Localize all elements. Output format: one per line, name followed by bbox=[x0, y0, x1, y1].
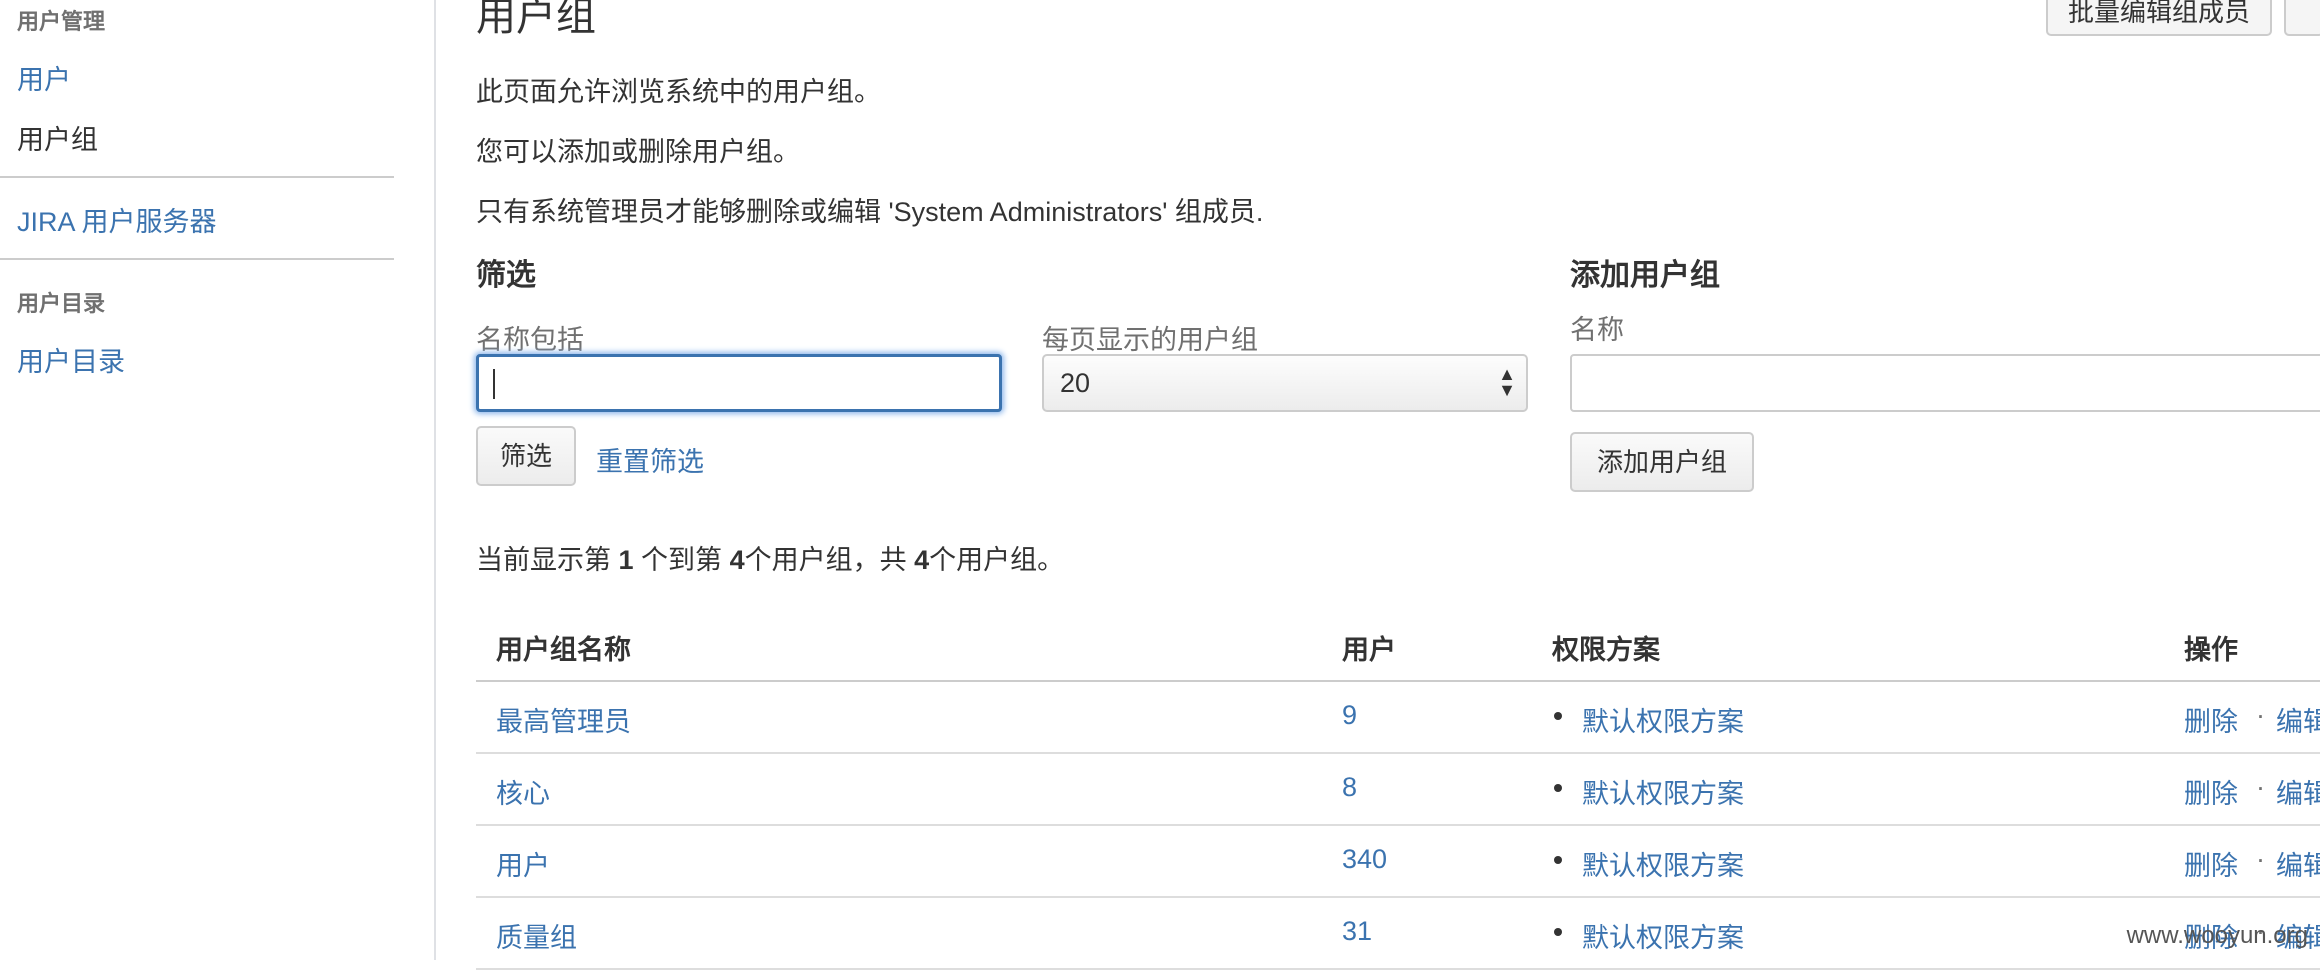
select-arrows-icon: ▲ ▼ bbox=[1498, 364, 1516, 400]
permission-scheme-link[interactable]: 默认权限方案 bbox=[1582, 844, 1744, 883]
table-row: 最高管理员 9 默认权限方案 删除 · 编辑 bbox=[476, 682, 2320, 754]
reset-filter-link[interactable]: 重置筛选 bbox=[596, 440, 704, 479]
page-title: 用户组 bbox=[476, 0, 596, 39]
sidebar-divider bbox=[0, 258, 394, 260]
group-user-count-link[interactable]: 8 bbox=[1342, 772, 1357, 803]
page-description-3: 只有系统管理员才能够删除或编辑 'System Administrators' … bbox=[476, 197, 1264, 227]
group-name-input[interactable] bbox=[1570, 354, 2320, 412]
filter-button[interactable]: 筛选 bbox=[476, 426, 576, 486]
bullet-icon bbox=[1554, 856, 1562, 864]
page-description-1: 此页面允许浏览系统中的用户组。 bbox=[476, 77, 881, 107]
filter-title: 筛选 bbox=[476, 259, 536, 292]
group-name-link[interactable]: 质量组 bbox=[496, 916, 577, 955]
group-name-link[interactable]: 核心 bbox=[496, 772, 550, 811]
more-actions-button[interactable] bbox=[2284, 0, 2320, 36]
name-contains-label: 名称包括 bbox=[476, 325, 584, 355]
bullet-icon bbox=[1554, 928, 1562, 936]
delete-group-link[interactable]: 删除 bbox=[2184, 700, 2238, 739]
text-caret bbox=[493, 369, 495, 399]
column-header-permission-scheme: 权限方案 bbox=[1552, 635, 1660, 665]
page-description-2: 您可以添加或删除用户组。 bbox=[476, 137, 800, 167]
sidebar-item-user-directory[interactable]: 用户目录 bbox=[17, 340, 125, 379]
table-row: 核心 8 默认权限方案 删除 · 编辑 bbox=[476, 754, 2320, 826]
watermark: www.wooyun.org bbox=[2126, 922, 2308, 949]
delete-group-link[interactable]: 删除 bbox=[2184, 772, 2238, 811]
table-row: 质量组 31 默认权限方案 删除 · 编辑 bbox=[476, 898, 2320, 970]
edit-members-link[interactable]: 编辑 bbox=[2276, 700, 2320, 739]
groups-per-page-label: 每页显示的用户组 bbox=[1042, 325, 1258, 355]
group-name-link[interactable]: 最高管理员 bbox=[496, 700, 631, 739]
sidebar: 用户管理 用户 用户组 JIRA 用户服务器 用户目录 用户目录 bbox=[0, 0, 436, 960]
group-name-label: 名称 bbox=[1570, 315, 1624, 345]
sidebar-item-users[interactable]: 用户 bbox=[17, 58, 71, 97]
sidebar-section-user-directory: 用户目录 bbox=[17, 291, 106, 316]
main-content: 用户组 批量编辑组成员 此页面允许浏览系统中的用户组。 您可以添加或删除用户组。… bbox=[476, 0, 2320, 970]
groups-per-page-value: 20 bbox=[1060, 368, 1091, 398]
permission-scheme-link[interactable]: 默认权限方案 bbox=[1582, 700, 1744, 739]
edit-members-link[interactable]: 编辑 bbox=[2276, 772, 2320, 811]
delete-group-link[interactable]: 删除 bbox=[2184, 844, 2238, 883]
column-header-group-name: 用户组名称 bbox=[496, 635, 631, 665]
action-separator: · bbox=[2256, 700, 2265, 730]
action-separator: · bbox=[2256, 844, 2265, 874]
table-row: 用户 340 默认权限方案 删除 · 编辑 bbox=[476, 826, 2320, 898]
permission-scheme-link[interactable]: 默认权限方案 bbox=[1582, 916, 1744, 955]
group-name-link[interactable]: 用户 bbox=[496, 844, 550, 883]
add-group-title: 添加用户组 bbox=[1570, 259, 1720, 292]
name-contains-input[interactable] bbox=[476, 354, 1002, 412]
edit-members-link[interactable]: 编辑 bbox=[2276, 844, 2320, 883]
bullet-icon bbox=[1554, 784, 1562, 792]
action-separator: · bbox=[2256, 772, 2265, 802]
add-group-button[interactable]: 添加用户组 bbox=[1570, 432, 1754, 492]
bullet-icon bbox=[1554, 712, 1562, 720]
sidebar-item-groups[interactable]: 用户组 bbox=[17, 118, 98, 157]
sidebar-divider bbox=[0, 176, 394, 178]
results-summary: 当前显示第 1 个到第 4个用户组，共 4个用户组。 bbox=[476, 545, 1065, 575]
group-user-count-link[interactable]: 31 bbox=[1342, 916, 1372, 947]
group-user-count-link[interactable]: 340 bbox=[1342, 844, 1387, 875]
sidebar-section-user-management: 用户管理 bbox=[17, 9, 106, 34]
groups-per-page-select[interactable]: 20 ▲ ▼ bbox=[1042, 354, 1528, 412]
bulk-edit-members-button[interactable]: 批量编辑组成员 bbox=[2046, 0, 2273, 36]
sidebar-item-jira-user-server[interactable]: JIRA 用户服务器 bbox=[17, 200, 217, 239]
column-header-actions: 操作 bbox=[2184, 635, 2238, 665]
group-user-count-link[interactable]: 9 bbox=[1342, 700, 1357, 731]
permission-scheme-link[interactable]: 默认权限方案 bbox=[1582, 772, 1744, 811]
column-header-users: 用户 bbox=[1342, 635, 1396, 665]
